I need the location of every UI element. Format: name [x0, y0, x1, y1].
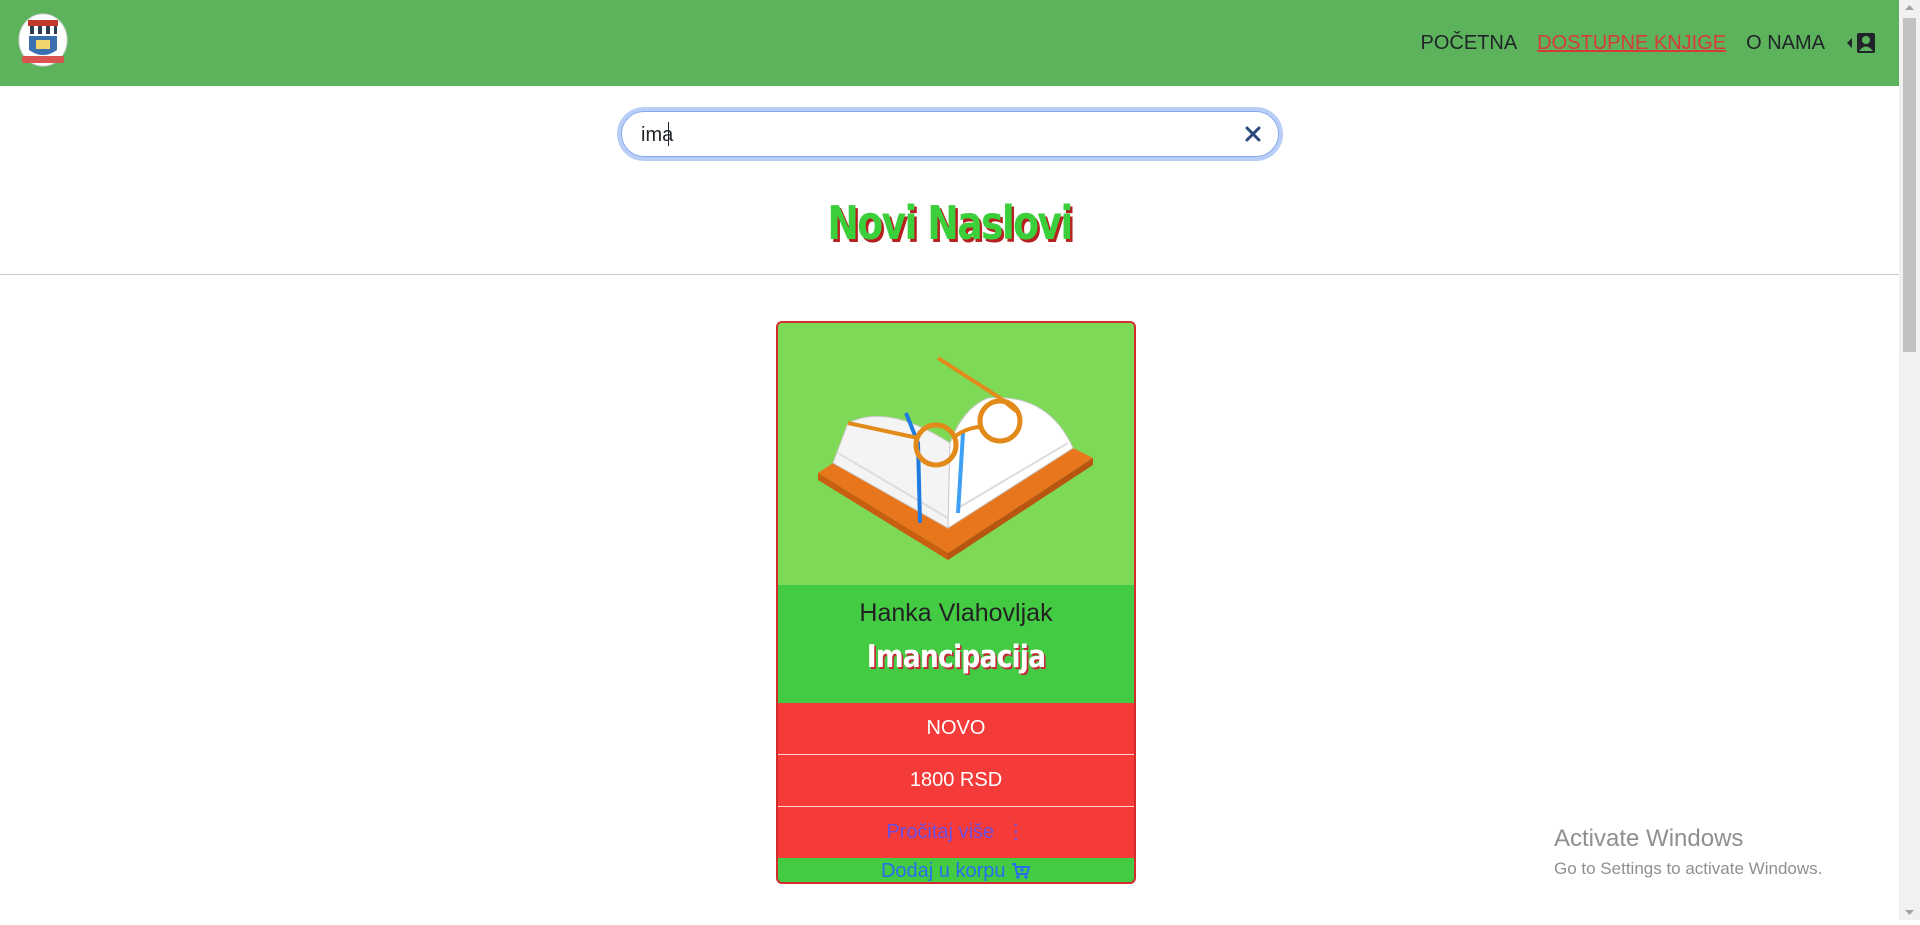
nav-link-about[interactable]: O NAMA: [1746, 32, 1825, 55]
watermark-title: Activate Windows: [1554, 825, 1744, 852]
caret-left-icon: [1847, 38, 1852, 48]
scroll-up-arrow-icon[interactable]: [1899, 0, 1920, 16]
divider: [0, 274, 1899, 275]
vertical-dots-icon: ⋮: [1005, 821, 1026, 843]
user-account-icon: [1857, 33, 1875, 53]
windows-activation-watermark: Activate Windows Go to Settings to activ…: [1554, 825, 1822, 879]
vertical-scrollbar[interactable]: [1899, 0, 1920, 920]
read-more-link[interactable]: Pročitaj više ⋮: [778, 807, 1134, 858]
nav-link-available-books[interactable]: DOSTUPNE KNJIGE: [1537, 32, 1726, 55]
add-to-cart-button[interactable]: Dodaj u korpu: [778, 858, 1134, 882]
read-more-label: Pročitaj više: [886, 821, 995, 843]
book-author: Hanka Vlahovljak: [859, 599, 1053, 627]
add-to-cart-label: Dodaj u korpu: [880, 860, 1006, 882]
book-card: Hanka Vlahovljak Imancipacija NOVO 1800 …: [776, 321, 1136, 884]
book-price: 1800 RSD: [778, 755, 1134, 807]
search-box: [617, 107, 1283, 161]
navbar: POČETNA DOSTUPNE KNJIGE O NAMA: [0, 0, 1899, 86]
scrollbar-thumb[interactable]: [1903, 18, 1916, 352]
watermark-subtitle: Go to Settings to activate Windows.: [1554, 859, 1823, 878]
status-badge: NOVO: [778, 703, 1134, 755]
search-input[interactable]: [639, 121, 1203, 149]
book-title[interactable]: Imancipacija: [803, 639, 1109, 675]
nav-menu: POČETNA DOSTUPNE KNJIGE O NAMA: [1420, 0, 1877, 86]
library-logo-icon[interactable]: [16, 12, 70, 70]
scroll-down-arrow-icon[interactable]: [1899, 904, 1920, 920]
book-card-header: Hanka Vlahovljak Imancipacija: [778, 585, 1134, 703]
close-icon[interactable]: [1243, 124, 1263, 144]
book-cover-image[interactable]: [778, 323, 1134, 585]
text-caret: [668, 122, 669, 146]
account-dropdown[interactable]: [1845, 32, 1877, 54]
section-title: Novi Naslovi: [827, 196, 1073, 250]
cart-plus-icon: [1012, 863, 1031, 879]
nav-link-home[interactable]: POČETNA: [1420, 32, 1517, 55]
